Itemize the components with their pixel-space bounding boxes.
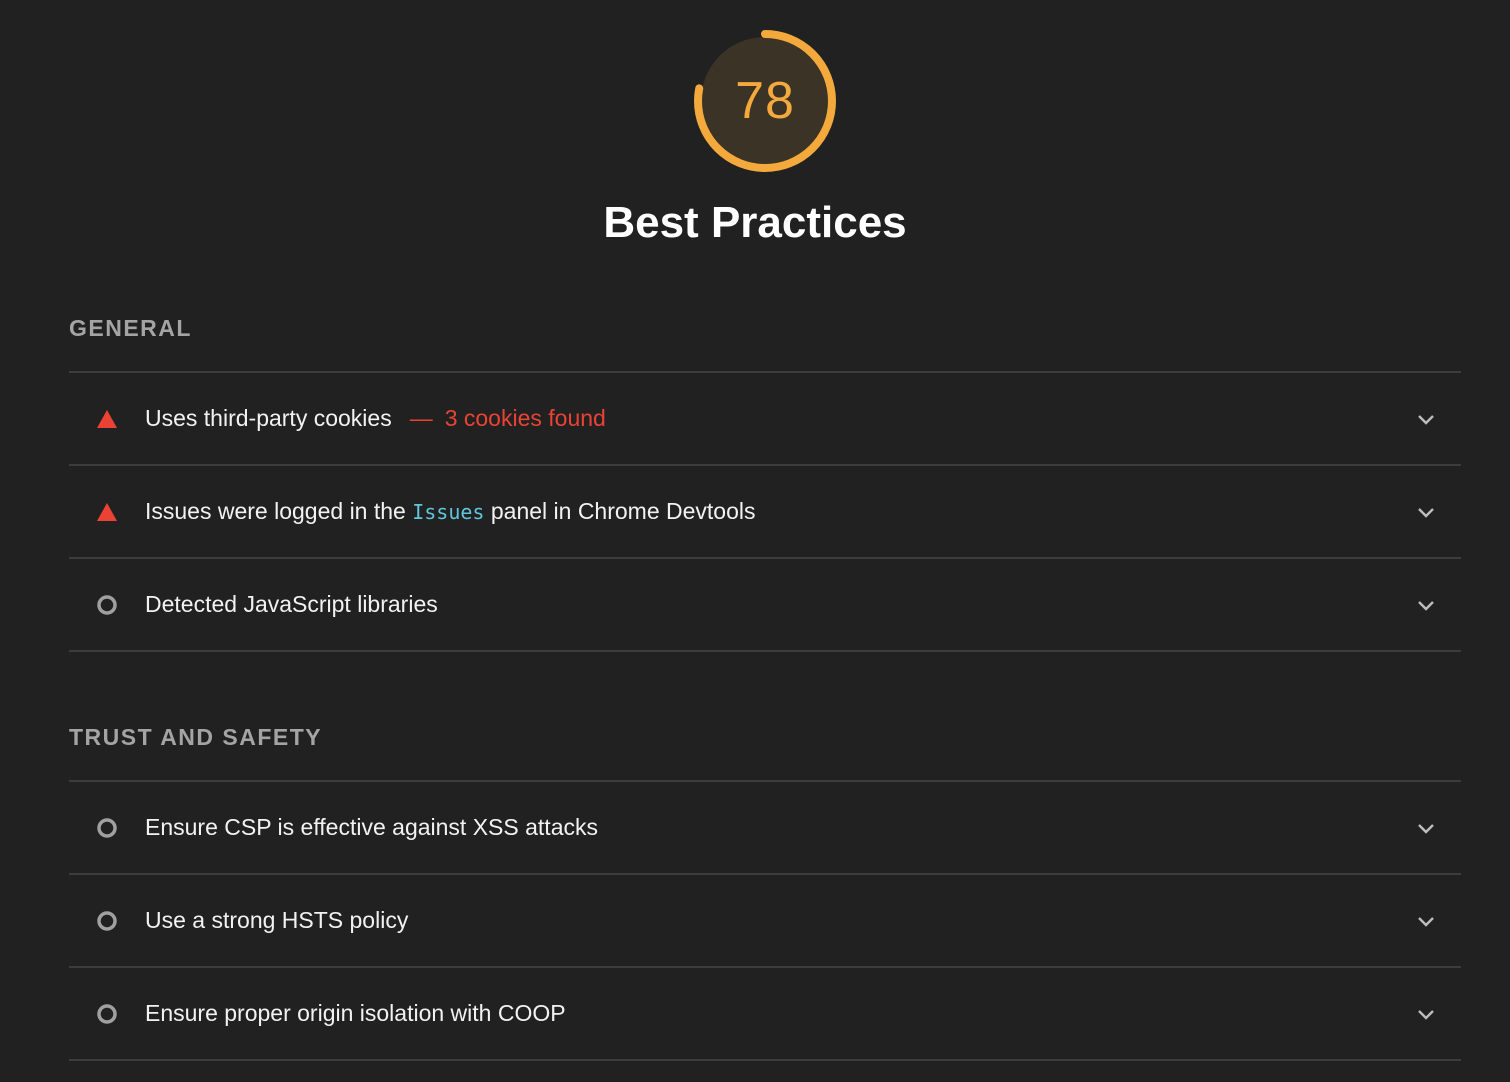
group-trust-and-safety: TRUST AND SAFETY Ensure CSP is effective… — [69, 715, 1461, 1061]
audit-title-text: Issues were logged in the — [145, 498, 406, 524]
chevron-down-icon[interactable] — [1415, 910, 1437, 932]
audit-separator: — — [409, 405, 433, 431]
audit-title-text: Uses third-party cookies — [145, 405, 392, 431]
chevron-down-icon[interactable] — [1415, 408, 1437, 430]
audit-list: Ensure CSP is effective against XSS atta… — [69, 780, 1461, 1061]
audit-title: Uses third-party cookies — 3 cookies found — [145, 405, 606, 432]
red-triangle-icon — [96, 501, 118, 523]
audit-hsts-policy[interactable]: Use a strong HSTS policy — [69, 875, 1461, 968]
grey-circle-icon — [96, 817, 118, 839]
audit-js-libraries[interactable]: Detected JavaScript libraries — [69, 559, 1461, 652]
category-title: Best Practices — [603, 198, 907, 247]
audit-title: Use a strong HSTS policy — [145, 907, 409, 933]
audit-title-text-after: panel in Chrome Devtools — [490, 498, 756, 524]
group-header: GENERAL — [69, 315, 192, 341]
group-general: GENERAL Uses third-party cookies — 3 cooki… — [69, 306, 1461, 652]
red-triangle-icon — [96, 408, 118, 430]
audit-issues-logged[interactable]: Issues were logged in the Issues panel i… — [69, 466, 1461, 559]
audit-display-value: 3 cookies found — [444, 405, 606, 431]
audit-coop-isolation[interactable]: Ensure proper origin isolation with COOP — [69, 968, 1461, 1061]
audit-title: Detected JavaScript libraries — [145, 591, 438, 617]
grey-circle-icon — [96, 1003, 118, 1025]
audit-list: Uses third-party cookies — 3 cookies found… — [69, 371, 1461, 652]
audit-title: Issues were logged in the Issues panel i… — [145, 498, 756, 525]
audit-third-party-cookies[interactable]: Uses third-party cookies — 3 cookies found — [69, 373, 1461, 466]
grey-circle-icon — [96, 910, 118, 932]
score-gauge[interactable]: 78 — [690, 26, 840, 176]
gauge-score-value: 78 — [735, 72, 795, 130]
chevron-down-icon[interactable] — [1415, 1003, 1437, 1025]
group-header: TRUST AND SAFETY — [69, 724, 323, 750]
chevron-down-icon[interactable] — [1415, 817, 1437, 839]
best-practices-report: 78 Best Practices GENERAL Uses third-par… — [0, 0, 1510, 1082]
chevron-down-icon[interactable] — [1415, 501, 1437, 523]
audit-title: Ensure proper origin isolation with COOP — [145, 1000, 566, 1026]
grey-circle-icon — [96, 594, 118, 616]
chevron-down-icon[interactable] — [1415, 594, 1437, 616]
audit-code-issues: Issues — [412, 500, 485, 524]
audit-title: Ensure CSP is effective against XSS atta… — [145, 814, 598, 840]
audit-csp-xss[interactable]: Ensure CSP is effective against XSS atta… — [69, 782, 1461, 875]
